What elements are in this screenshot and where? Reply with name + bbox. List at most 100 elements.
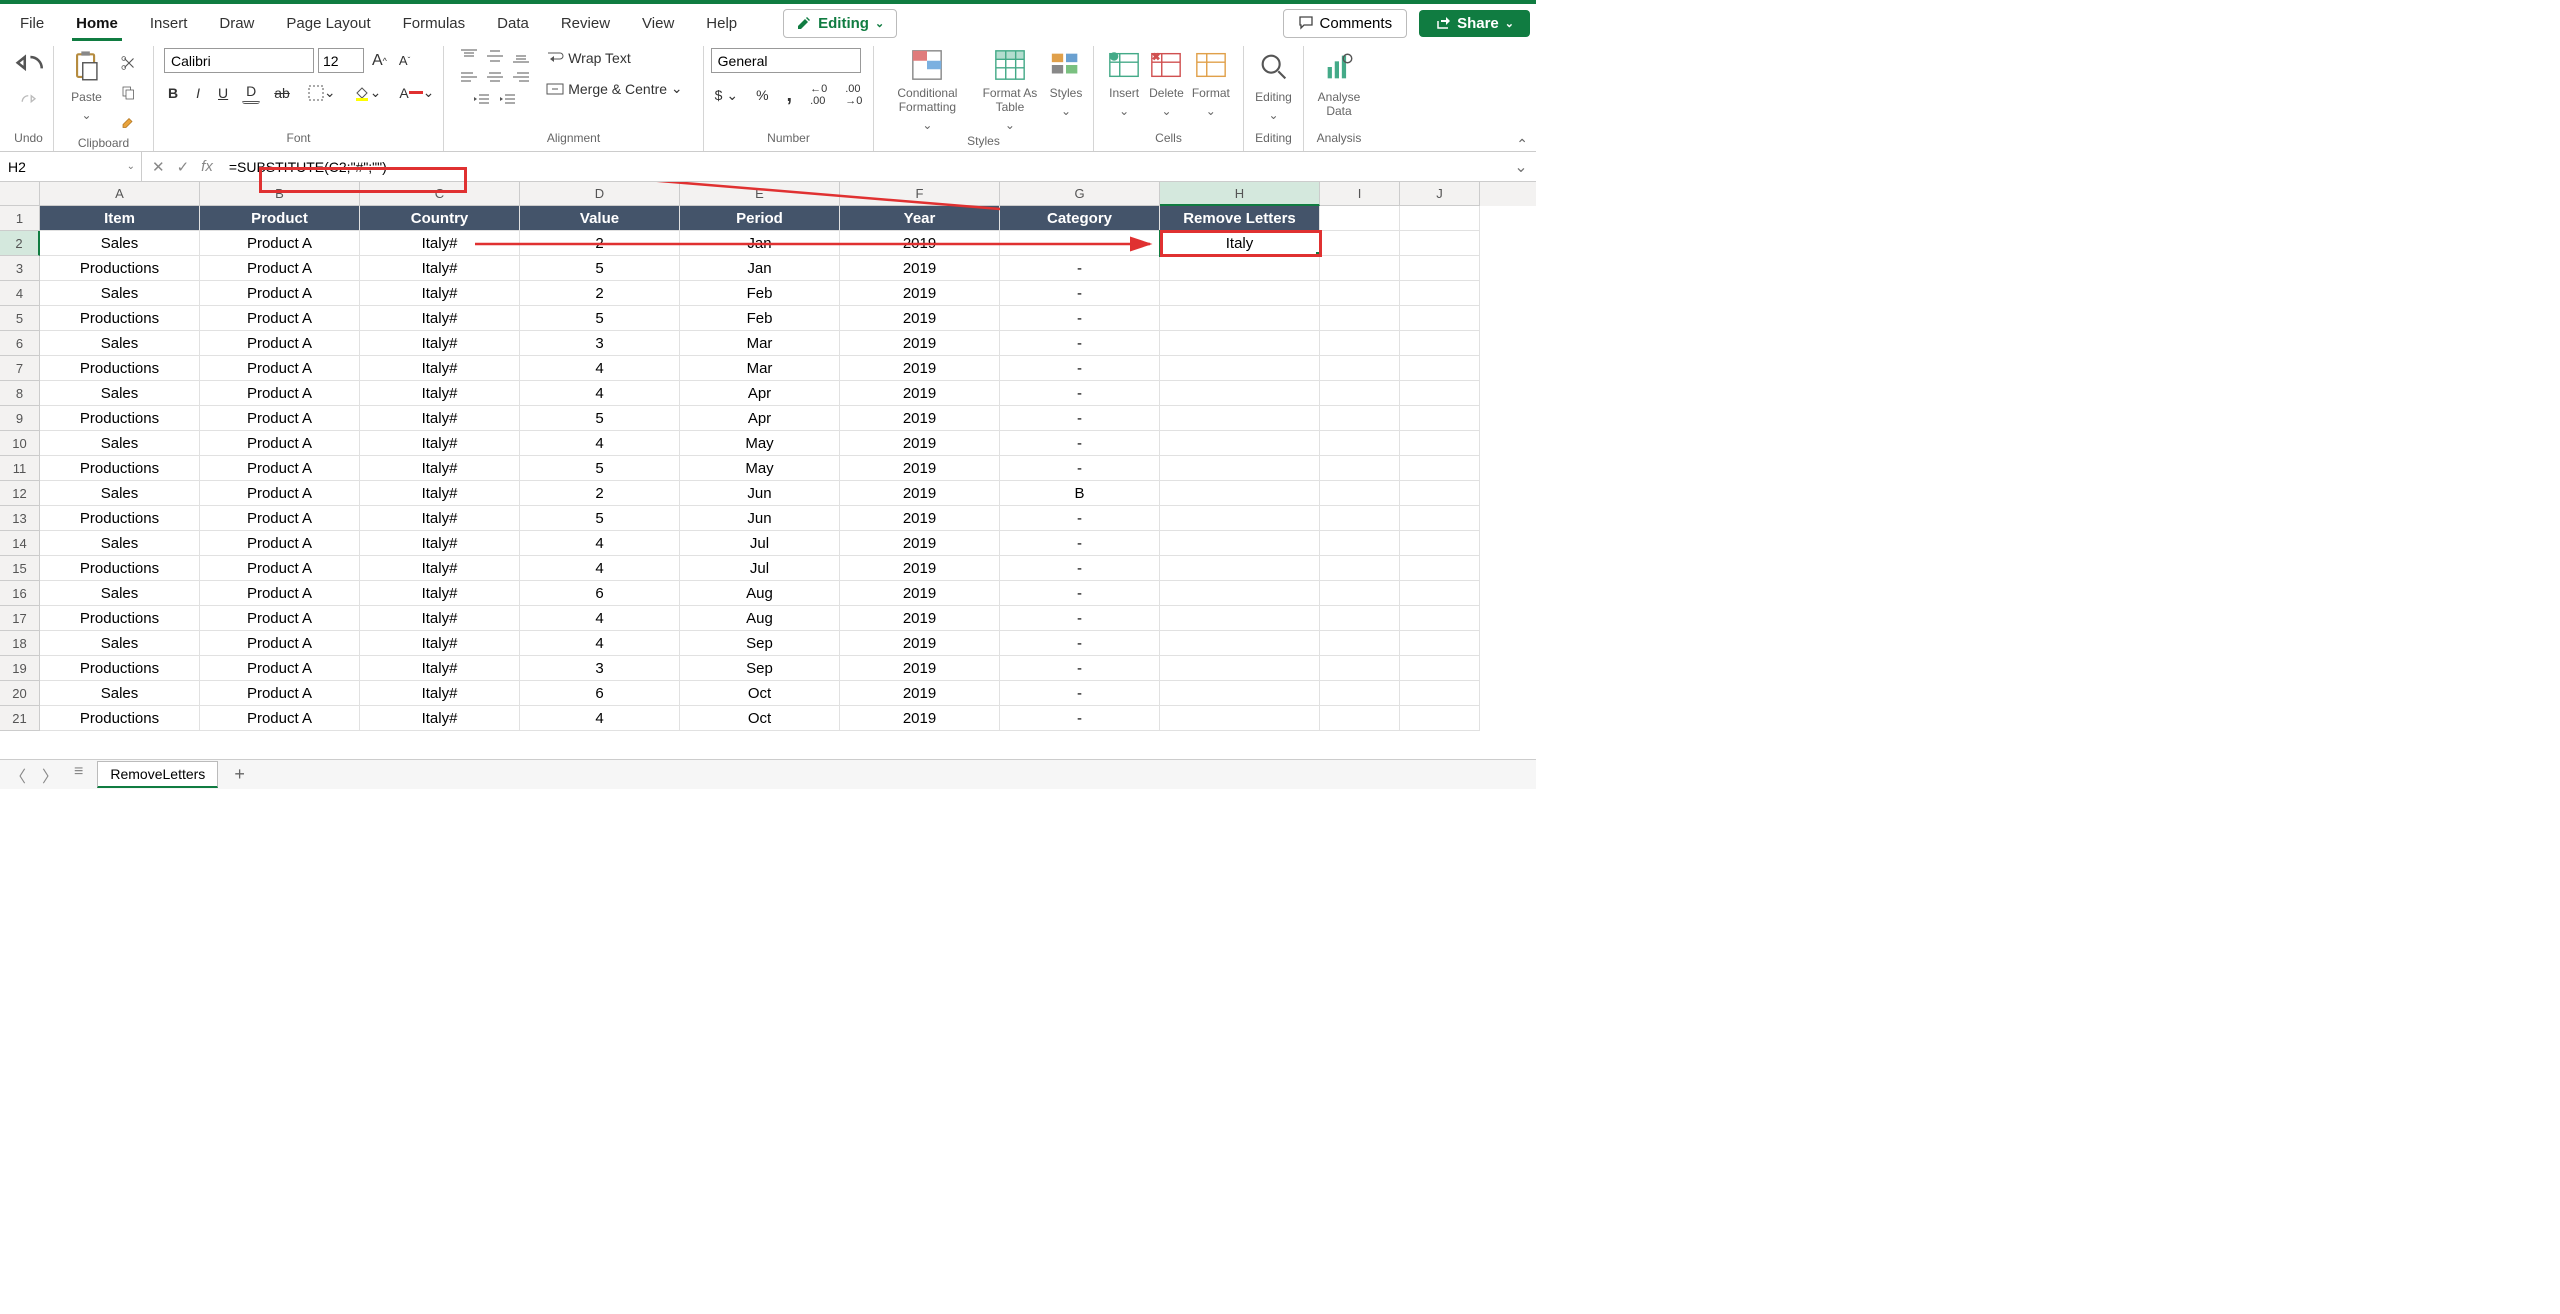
cell[interactable]: -	[1000, 531, 1160, 556]
cell[interactable]: -	[1000, 231, 1160, 256]
cell[interactable]: 2019	[840, 606, 1000, 631]
cell[interactable]: Italy#	[360, 306, 520, 331]
cell[interactable]: Italy#	[360, 506, 520, 531]
cell[interactable]: Productions	[40, 606, 200, 631]
cell[interactable]: Italy#	[360, 381, 520, 406]
spreadsheet-grid[interactable]: ABCDEFGHIJ 1ItemProductCountryValuePerio…	[0, 182, 1536, 771]
cell[interactable]	[1400, 556, 1480, 581]
cell[interactable]	[1320, 706, 1400, 731]
cell[interactable]: 2019	[840, 556, 1000, 581]
cell[interactable]: Item	[40, 206, 200, 231]
cell[interactable]: Italy#	[360, 356, 520, 381]
cell[interactable]: 2019	[840, 331, 1000, 356]
cell[interactable]	[1400, 656, 1480, 681]
cell[interactable]: Country	[360, 206, 520, 231]
row-header[interactable]: 7	[0, 356, 40, 381]
column-header-A[interactable]: A	[40, 182, 200, 206]
merge-center-button[interactable]: Merge & Centre ⌄	[542, 78, 686, 99]
cell[interactable]: 5	[520, 406, 680, 431]
cell[interactable]	[1400, 456, 1480, 481]
cell[interactable]: Italy#	[360, 431, 520, 456]
cell[interactable]	[1400, 531, 1480, 556]
cell[interactable]: 4	[520, 356, 680, 381]
sheet-list-button[interactable]: ≡	[70, 763, 87, 787]
cell[interactable]: -	[1000, 406, 1160, 431]
cell[interactable]: 4	[520, 606, 680, 631]
borders-button[interactable]: ⌄	[304, 82, 340, 103]
cell[interactable]: Italy#	[360, 656, 520, 681]
column-header-F[interactable]: F	[840, 182, 1000, 206]
cell[interactable]: -	[1000, 356, 1160, 381]
cell[interactable]: 2019	[840, 531, 1000, 556]
cell[interactable]: Product A	[200, 231, 360, 256]
bold-button[interactable]: B	[164, 83, 182, 103]
cell[interactable]	[1160, 656, 1320, 681]
cell[interactable]: 5	[520, 506, 680, 531]
cell[interactable]: 2019	[840, 581, 1000, 606]
cell[interactable]: 5	[520, 256, 680, 281]
column-header-C[interactable]: C	[360, 182, 520, 206]
cell[interactable]: Italy#	[360, 481, 520, 506]
cell[interactable]: 2019	[840, 631, 1000, 656]
expand-formula-bar-button[interactable]: ⌄	[1506, 157, 1536, 177]
cell[interactable]: -	[1000, 306, 1160, 331]
cell[interactable]: B	[1000, 481, 1160, 506]
cell[interactable]	[1400, 306, 1480, 331]
collapse-ribbon-button[interactable]: ⌃	[1516, 136, 1528, 153]
cell[interactable]: 3	[520, 331, 680, 356]
cell[interactable]: Productions	[40, 306, 200, 331]
cell[interactable]: Product A	[200, 281, 360, 306]
cell[interactable]: Sales	[40, 331, 200, 356]
cell[interactable]	[1320, 556, 1400, 581]
fill-color-button[interactable]: ⌄	[350, 82, 386, 103]
cell[interactable]: Aug	[680, 581, 840, 606]
cell[interactable]: Apr	[680, 406, 840, 431]
cell[interactable]	[1400, 606, 1480, 631]
cell[interactable]: Product A	[200, 456, 360, 481]
cell[interactable]	[1400, 506, 1480, 531]
percent-button[interactable]: %	[752, 85, 772, 105]
sheet-prev-button[interactable]: 〈	[6, 763, 30, 787]
formula-input[interactable]: =SUBSTITUTE(C2;"#";"")	[223, 159, 1506, 175]
cell[interactable]	[1160, 531, 1320, 556]
cell[interactable]: Feb	[680, 306, 840, 331]
cell[interactable]	[1400, 356, 1480, 381]
cell[interactable]: Product A	[200, 331, 360, 356]
cell[interactable]: 2019	[840, 281, 1000, 306]
cell[interactable]	[1160, 381, 1320, 406]
cell[interactable]: Italy#	[360, 706, 520, 731]
cell[interactable]	[1320, 281, 1400, 306]
column-header-B[interactable]: B	[200, 182, 360, 206]
editing-find-button[interactable]	[1253, 48, 1295, 86]
cell[interactable]	[1320, 206, 1400, 231]
cell[interactable]: 2019	[840, 481, 1000, 506]
cell[interactable]: 2	[520, 281, 680, 306]
cell[interactable]	[1160, 556, 1320, 581]
cell[interactable]: -	[1000, 256, 1160, 281]
cell[interactable]: -	[1000, 706, 1160, 731]
cell[interactable]	[1160, 606, 1320, 631]
cut-button[interactable]	[116, 52, 142, 74]
shrink-font-button[interactable]: Aˇ	[395, 51, 414, 70]
cell[interactable]	[1400, 231, 1480, 256]
select-all-corner[interactable]	[0, 182, 40, 206]
cell[interactable]: 2019	[840, 231, 1000, 256]
cell[interactable]: 2019	[840, 706, 1000, 731]
cell[interactable]: Italy#	[360, 556, 520, 581]
cell[interactable]: -	[1000, 381, 1160, 406]
cell[interactable]: Product A	[200, 631, 360, 656]
cell[interactable]	[1160, 706, 1320, 731]
cell[interactable]: Productions	[40, 656, 200, 681]
font-size-select[interactable]	[318, 48, 364, 73]
cell[interactable]: Sales	[40, 631, 200, 656]
cell[interactable]	[1320, 381, 1400, 406]
menu-file[interactable]: File	[6, 9, 58, 38]
cell[interactable]: -	[1000, 506, 1160, 531]
cell[interactable]: 4	[520, 531, 680, 556]
cell[interactable]	[1320, 231, 1400, 256]
cell[interactable]: Productions	[40, 356, 200, 381]
cell[interactable]: 4	[520, 431, 680, 456]
cell[interactable]: Sales	[40, 681, 200, 706]
cell[interactable]: May	[680, 456, 840, 481]
cell[interactable]: Sales	[40, 381, 200, 406]
